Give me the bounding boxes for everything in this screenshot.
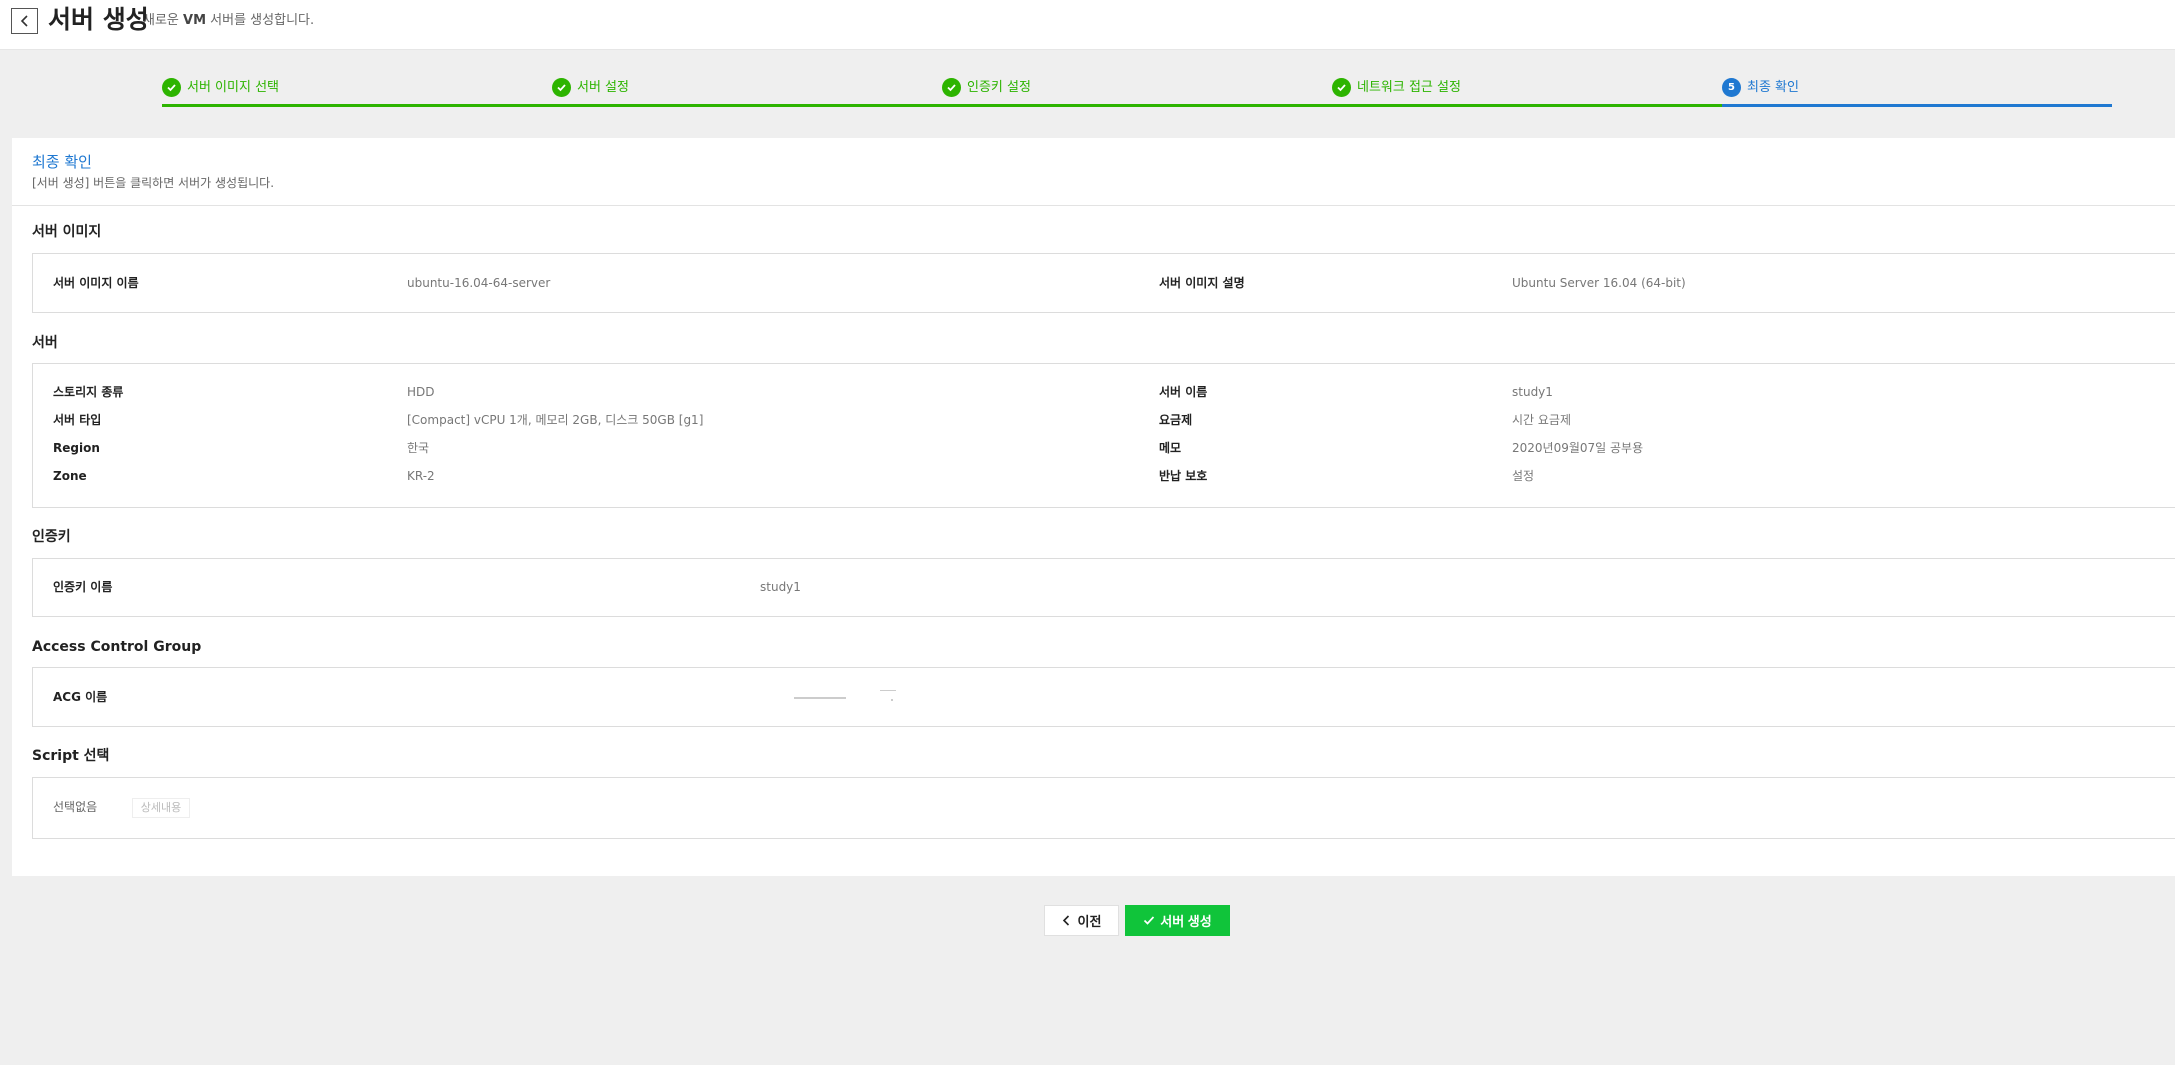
subtitle-prefix: 새로운 [143, 13, 179, 28]
authkey-info-box: 인증키 이름 study1 [32, 558, 2175, 617]
step-label: 최종 확인 [1747, 79, 1799, 95]
memo-value: 2020년09월07일 공부용 [1512, 441, 1644, 455]
step-label: 서버 설정 [577, 79, 629, 95]
step-progress: 서버 이미지 선택 서버 설정 인증키 설정 네트워크 접근 설정 5 최종 확… [162, 76, 2112, 108]
panel-description: [서버 생성] 버튼을 클릭하면 서버가 생성됩니다. [32, 176, 275, 190]
storage-type-label: 스토리지 종류 [53, 385, 124, 399]
check-icon [162, 78, 181, 97]
pricing-plan-value: 시간 요금제 [1512, 413, 1572, 427]
script-detail-button[interactable]: 상세내용 [132, 798, 190, 818]
storage-type-value: HDD [407, 385, 435, 399]
section-title-script: Script 선택 [32, 748, 110, 764]
step-label: 서버 이미지 선택 [187, 79, 279, 95]
authkey-name-label: 인증키 이름 [53, 580, 113, 594]
final-check-panel: 최종 확인 [서버 생성] 버튼을 클릭하면 서버가 생성됩니다. 서버 이미지… [12, 138, 2175, 876]
subtitle-suffix: 서버를 생성합니다. [210, 13, 315, 28]
step-final-check: 5 최종 확인 [1722, 78, 1799, 97]
image-desc-label: 서버 이미지 설명 [1159, 276, 1245, 290]
step-label: 네트워크 접근 설정 [1357, 79, 1461, 95]
termination-protection-value: 설정 [1512, 469, 1535, 483]
check-icon [942, 78, 961, 97]
acg-name-value-obscured [880, 690, 896, 691]
image-info-box: 서버 이미지 이름 ubuntu-16.04-64-server 서버 이미지 … [32, 253, 2175, 313]
server-info-box: 스토리지 종류 HDD 서버 타입 [Compact] vCPU 1개, 메모리… [32, 363, 2175, 508]
region-value: 한국 [407, 441, 430, 455]
divider [12, 205, 2175, 206]
step-network-settings[interactable]: 네트워크 접근 설정 [1332, 78, 1461, 97]
section-title-authkey: 인증키 [32, 529, 71, 545]
back-button[interactable] [11, 8, 38, 34]
create-server-button[interactable]: 서버 생성 [1125, 905, 1230, 936]
server-name-value: study1 [1512, 385, 1553, 399]
section-title-server: 서버 [32, 335, 58, 351]
step-track-active [1722, 104, 2112, 107]
step-server-settings[interactable]: 서버 설정 [552, 78, 629, 97]
termination-protection-label: 반납 보호 [1159, 469, 1208, 483]
authkey-name-value: study1 [760, 580, 801, 594]
check-icon [1332, 78, 1351, 97]
page-subtitle: 새로운 VM 서버를 생성합니다. [143, 12, 314, 30]
acg-info-box: ACG 이름 [32, 667, 2175, 727]
image-desc-value: Ubuntu Server 16.04 (64-bit) [1512, 276, 1686, 290]
image-name-value: ubuntu-16.04-64-server [407, 276, 551, 290]
subtitle-vm: VM [183, 13, 207, 28]
chevron-left-icon [20, 15, 28, 27]
page-title: 서버 생성 [48, 5, 149, 34]
acg-name-label: ACG 이름 [53, 690, 108, 704]
section-title-acg: Access Control Group [32, 639, 202, 655]
create-server-button-label: 서버 생성 [1160, 914, 1212, 929]
page-header: 서버 생성 새로운 VM 서버를 생성합니다. [0, 0, 2175, 50]
pricing-plan-label: 요금제 [1159, 413, 1193, 427]
chevron-left-icon [1062, 915, 1069, 926]
acg-name-value-obscured [794, 697, 846, 699]
zone-label: Zone [53, 469, 87, 483]
acg-name-value-obscured [891, 699, 893, 701]
step-image-select[interactable]: 서버 이미지 선택 [162, 78, 279, 97]
server-type-value: [Compact] vCPU 1개, 메모리 2GB, 디스크 50GB [g1… [407, 413, 704, 427]
step-track [162, 104, 2112, 107]
section-title-image: 서버 이미지 [32, 224, 102, 240]
check-icon [1144, 916, 1155, 925]
prev-button[interactable]: 이전 [1044, 905, 1119, 936]
panel-title: 최종 확인 [32, 153, 92, 171]
memo-label: 메모 [1159, 441, 1182, 455]
check-icon [552, 78, 571, 97]
zone-value: KR-2 [407, 469, 435, 483]
step-authkey-settings[interactable]: 인증키 설정 [942, 78, 1031, 97]
server-type-label: 서버 타입 [53, 413, 102, 427]
script-info-box: 선택없음 상세내용 [32, 777, 2175, 839]
script-selection-value: 선택없음 [53, 800, 98, 814]
step-number-badge: 5 [1722, 78, 1741, 97]
step-label: 인증키 설정 [967, 79, 1031, 95]
server-name-label: 서버 이름 [1159, 385, 1208, 399]
region-label: Region [53, 441, 100, 455]
image-name-label: 서버 이미지 이름 [53, 276, 139, 290]
prev-button-label: 이전 [1077, 914, 1102, 929]
